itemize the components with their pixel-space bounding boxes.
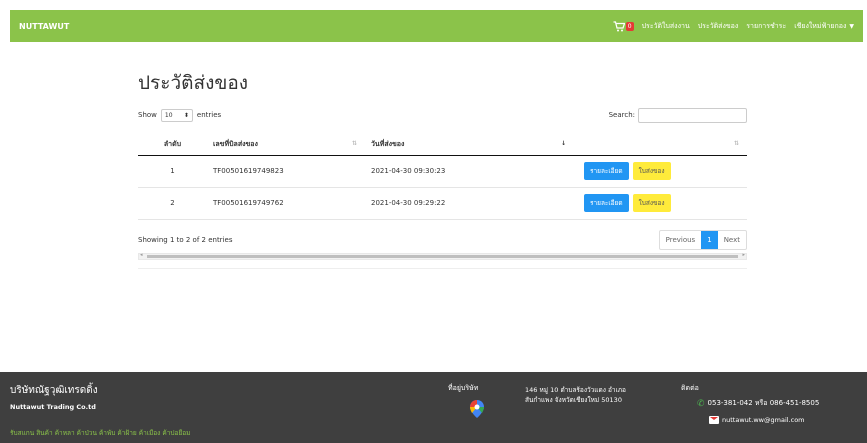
search-group: Search: <box>608 107 747 123</box>
scroll-right-icon[interactable]: ▸ <box>742 252 745 258</box>
select-arrows-icon: ⬍ <box>183 111 189 119</box>
cell-date: 2021-04-30 09:29:22 <box>365 187 574 220</box>
footer-contact-label: ติดต่อ <box>681 384 699 392</box>
show-label: Show <box>138 111 157 119</box>
table-row: 2 TF00501619749762 2021-04-30 09:29:22 ร… <box>138 187 747 220</box>
delivery-note-button[interactable]: ใบส่งของ <box>632 162 671 180</box>
scroll-left-icon[interactable]: ◂ <box>140 252 143 258</box>
footer-address: 146 หมู่ 10 ตำบลร้องวัวแดง อำเภอ สันกำแพ… <box>525 385 675 405</box>
horizontal-scrollbar[interactable]: ◂ ▸ <box>138 252 747 260</box>
search-input[interactable] <box>638 107 747 123</box>
column-header-bill[interactable]: เลขที่บิลส่งของ ⇅ <box>207 134 365 156</box>
entries-per-page-select[interactable]: 10 ⬍ <box>160 108 193 122</box>
footer-company-name-th: บริษัทณัฐวุฒิเทรดดิ้ง <box>10 385 98 396</box>
cart-icon <box>613 20 625 31</box>
entries-per-page-value: 10 <box>164 111 173 119</box>
entries-label: entries <box>196 111 222 119</box>
entries-info: Showing 1 to 2 of 2 entries <box>138 235 233 244</box>
site-footer: บริษัทณัฐวุฒิเทรดดิ้ง Nuttawut Trading C… <box>0 372 867 443</box>
column-header-date[interactable]: วันที่ส่งของ ↓ <box>365 134 574 156</box>
divider <box>138 267 747 269</box>
scrollbar-thumb[interactable] <box>147 254 738 258</box>
footer-phone: ✆ 053-381-042 หรือ 086-451-8505 <box>697 398 819 409</box>
top-navbar: NUTTAWUT 0 ประวัติใบส่งงาน ประวัติส่งของ… <box>10 10 863 42</box>
column-header-no[interactable]: ลำดับ <box>138 134 207 156</box>
nav-link-delivery-history[interactable]: ประวัติส่งของ <box>698 21 739 32</box>
footer-address-line: สันกำแพง จังหวัดเชียงใหม่ 50130 <box>525 396 622 404</box>
previous-page-button[interactable]: Previous <box>660 231 702 249</box>
details-button[interactable]: รายละเอียด <box>584 162 629 180</box>
next-page-button[interactable]: Next <box>718 231 746 249</box>
sort-icon: ⇅ <box>351 140 357 147</box>
sort-icon: ⇅ <box>733 140 739 147</box>
nav-menu: 0 ประวัติใบส่งงาน ประวัติส่งของ รายการชำ… <box>613 20 854 32</box>
page-1-button[interactable]: 1 <box>701 230 718 249</box>
footer-services: รับสแกน สินค้า ค้าหลา ค้าป่วน ค้าพับ ค้า… <box>10 429 191 437</box>
chevron-down-icon[interactable]: ▼ <box>849 23 854 30</box>
mail-icon <box>709 416 719 424</box>
cell-actions: รายละเอียด ใบส่งของ <box>574 155 747 188</box>
cell-no: 1 <box>138 155 207 188</box>
delivery-history-table: ลำดับ เลขที่บิลส่งของ ⇅ วันที่ส่งของ ↓ ⇅ 1… <box>138 134 747 220</box>
nav-link-payments[interactable]: รายการชำระ <box>746 21 786 32</box>
cell-no: 2 <box>138 187 207 220</box>
cell-bill-number: TF00501619749823 <box>207 155 365 188</box>
phone-icon: ✆ <box>697 398 705 409</box>
column-header-actions[interactable]: ⇅ <box>574 134 747 156</box>
table-row: 1 TF00501619749823 2021-04-30 09:30:23 ร… <box>138 155 747 188</box>
brand-logo[interactable]: NUTTAWUT <box>19 22 69 31</box>
cell-actions: รายละเอียด ใบส่งของ <box>574 187 747 220</box>
footer-address-line: 146 หมู่ 10 ตำบลร้องวัวแดง อำเภอ <box>525 386 626 394</box>
nav-link-job-history[interactable]: ประวัติใบส่งงาน <box>642 21 690 32</box>
footer-company-name-en: Nuttawut Trading Co.td <box>10 403 96 411</box>
footer-location-label: ที่อยู่บริษัท <box>448 384 479 392</box>
footer-email: nuttawut.ww@gmail.com <box>709 416 805 424</box>
table-footer: Showing 1 to 2 of 2 entries Previous 1 N… <box>138 229 747 250</box>
details-button[interactable]: รายละเอียด <box>584 194 629 212</box>
sort-desc-icon: ↓ <box>560 140 566 147</box>
search-label: Search: <box>608 111 635 119</box>
cell-bill-number: TF00501619749762 <box>207 187 365 220</box>
google-maps-icon[interactable] <box>470 400 484 418</box>
main-content: ประวัติส่งของ Show 10 ⬍ entries Search: … <box>138 58 747 269</box>
footer-email-address[interactable]: nuttawut.ww@gmail.com <box>722 416 805 424</box>
cell-date: 2021-04-30 09:30:23 <box>365 155 574 188</box>
pagination: Previous 1 Next <box>658 229 747 250</box>
table-controls: Show 10 ⬍ entries Search: <box>138 106 747 124</box>
cart-button[interactable]: 0 <box>613 20 634 32</box>
page-title: ประวัติส่งของ <box>138 72 249 94</box>
footer-phone-number[interactable]: 053-381-042 หรือ 086-451-8505 <box>708 398 820 409</box>
cart-count-badge: 0 <box>625 21 634 31</box>
table-header-row: ลำดับ เลขที่บิลส่งของ ⇅ วันที่ส่งของ ↓ ⇅ <box>138 134 747 156</box>
nav-link-user-menu[interactable]: เชียงใหม่ฟ้ายกอง <box>794 21 846 32</box>
delivery-note-button[interactable]: ใบส่งของ <box>632 194 671 212</box>
